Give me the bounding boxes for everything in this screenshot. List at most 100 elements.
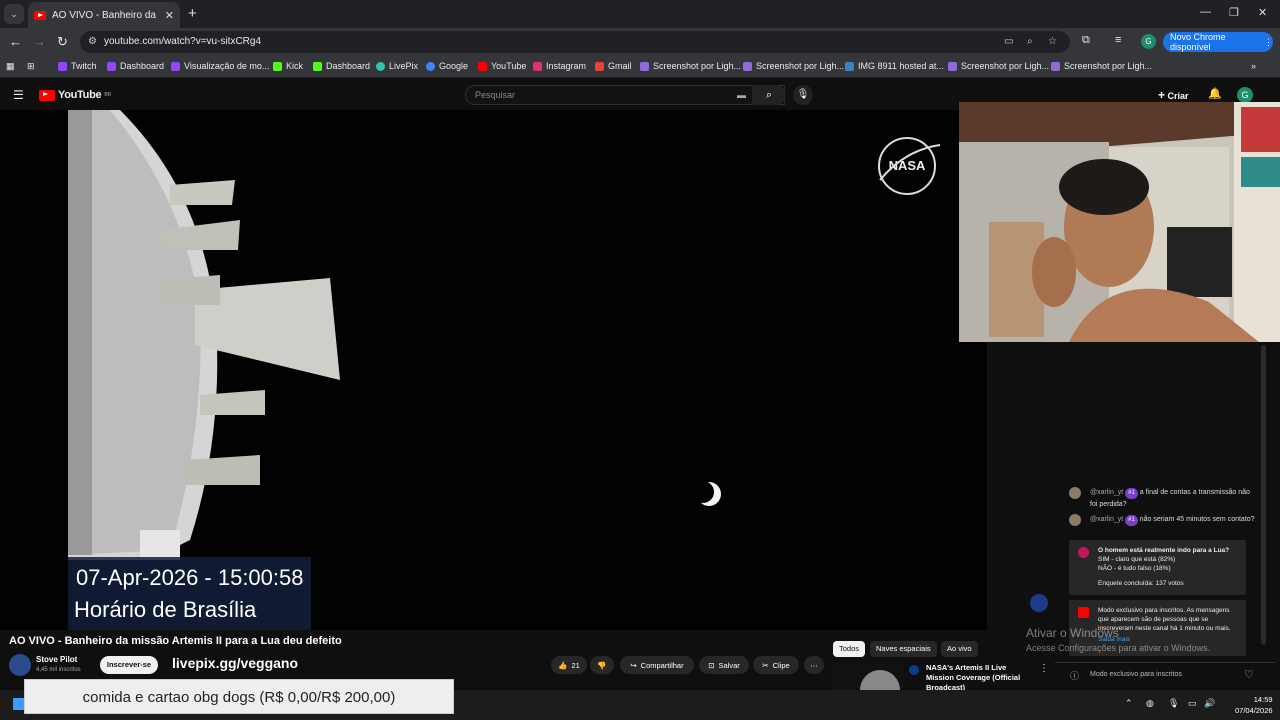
share-icon: ↪ [630,660,637,670]
chat-username[interactable]: @xarlin_yt [1090,516,1123,523]
tray-volume-icon[interactable]: 🔊 [1204,698,1215,709]
bookmark-item[interactable]: Gmail [595,61,632,71]
address-bar[interactable]: ⚙ youtube.com/watch?v=vu-sitxCRg4 ▭ ⌕ ☆ [80,31,1070,53]
bookmark-item[interactable]: Screenshot por Ligh... [743,61,844,71]
chip-live[interactable]: Ao vivo [941,641,978,657]
bookmark-item[interactable]: LivePix [376,61,418,71]
chat-scrollbar[interactable] [1261,345,1266,645]
search-placeholder: Pesquisar [475,90,516,100]
media-icon[interactable]: ≡ [1115,34,1121,46]
video-frame: NASA [0,110,987,630]
bookmark-favicon-icon [107,61,116,71]
bookmark-item[interactable]: Dashboard [313,61,370,71]
youtube-logo-icon [39,89,55,101]
heart-icon[interactable]: ♡ [1244,668,1254,681]
bookmark-label: Instagram [546,61,587,71]
like-count: 21 [571,660,580,670]
extensions-icon[interactable]: ⧉ [1082,34,1090,47]
more-actions-button[interactable]: ⋯ [804,656,824,674]
chrome-update-button[interactable]: Novo Chrome disponível ⋮ [1163,32,1273,52]
recommendation-thumbnail-image [832,662,904,690]
chip-spacecraft[interactable]: Naves espaciais [870,641,937,657]
search-input[interactable]: Pesquisar ▬ [465,85,785,105]
zoom-icon[interactable]: ⌕ [1027,36,1033,47]
bookmark-label: Dashboard [120,61,165,71]
bookmark-item[interactable]: YouTube [478,61,526,71]
taskbar-clock[interactable]: 14:59 07/04/2026 [1235,694,1273,716]
search-button[interactable]: ⌕ [752,85,786,105]
video-title: AO VIVO - Banheiro da missão Artemis II … [9,635,342,647]
clip-button[interactable]: ✂ Clipe [753,656,799,674]
recommendation-thumbnail[interactable] [832,662,904,690]
bookmark-item[interactable]: Screenshot por Ligh... [1051,61,1152,71]
channel-subscribers: 4,45 mil inscritos [36,667,81,673]
bookmark-item[interactable]: Kick [273,61,303,71]
create-button[interactable]: + Criar [1158,88,1189,102]
close-tab-icon[interactable]: ✕ [165,9,174,22]
new-tab-button[interactable]: + [188,5,197,22]
keyboard-icon[interactable]: ▬ [737,90,746,100]
dislike-button[interactable]: 👎 [590,656,614,674]
bookmark-apps-icon[interactable]: ▦ [6,61,15,72]
like-button[interactable]: 👍 21 [551,656,587,674]
subscribe-button[interactable]: Inscrever-se [100,656,158,674]
channel-name[interactable]: Stove Pilot [36,655,77,664]
chat-username[interactable]: @xarlin_yt [1090,489,1123,496]
bookmark-star-icon[interactable]: ☆ [1048,36,1057,47]
channel-avatar[interactable] [9,654,31,676]
recommendation-menu-icon[interactable]: ⋮ [1039,663,1049,674]
active-tab[interactable]: AO VIVO - Banheiro da missão ✕ [28,2,180,28]
bookmark-favicon-icon [845,61,854,71]
youtube-logo[interactable]: YouTube BR [39,89,111,101]
nasa-channel-icon [909,665,919,675]
bookmark-favicon-icon [426,61,435,71]
bookmark-item[interactable]: Twitch [58,61,97,71]
chat-badge: #1 [1125,488,1138,499]
bookmark-favicon-icon [743,61,752,71]
bookmark-label: YouTube [491,61,527,71]
save-button[interactable]: ⊡ Salvar [699,656,749,674]
bookmark-item[interactable]: Instagram [533,61,586,71]
notifications-bell-icon[interactable]: 🔔 [1208,87,1222,100]
bookmark-item[interactable]: IMG 8911 hosted at... [845,61,944,71]
site-info-icon[interactable]: ⚙ [88,36,97,47]
forward-icon[interactable]: → [33,34,46,49]
bookmark-item[interactable]: Dashboard [107,61,164,71]
livepix-overlay-text: livepix.gg/veggano [172,655,299,671]
profile-avatar[interactable]: G [1141,34,1156,49]
bookmark-favicon-icon [948,61,957,71]
donation-goal-banner: comida e cartao obg dogs (R$ 0,00/R$ 200… [24,679,454,714]
tab-search-button[interactable]: ⌄ [4,4,24,24]
bookmark-label: Gmail [608,61,632,71]
voice-search-button[interactable]: 🎙 [793,85,813,105]
video-overlay-date: 07-Apr-2026 - 15:00:58 [76,565,304,590]
bookmark-item[interactable]: Screenshot por Ligh... [640,61,741,71]
poll-question: O homem está realmente indo para a Lua? [1098,547,1230,554]
chip-all[interactable]: Todos [833,641,866,657]
video-player[interactable]: NASA 07-Apr-2026 - 15:00:58 Horário de B… [0,110,987,630]
bookmarks-overflow-icon[interactable]: » [1251,61,1256,71]
poll-icon [1078,547,1089,558]
tray-mic-icon[interactable]: 🎙 [1168,698,1179,709]
bookmark-item[interactable]: Screenshot por Ligh... [948,61,1049,71]
search-icon: ⌕ [765,89,773,101]
tray-chevron-up-icon[interactable]: ⌃ [1125,698,1133,709]
youtube-notice-icon [1078,607,1089,618]
bookmark-item[interactable]: Google [426,61,468,71]
tray-app-icon[interactable]: ◍ [1146,698,1154,709]
reload-icon[interactable]: ↻ [57,34,68,50]
bookmark-item[interactable]: Visualização de mo... [171,61,269,71]
activate-windows-subtitle: Acesse Configurações para ativar o Windo… [1026,643,1211,653]
bookmark-grid-icon[interactable]: ⊞ [27,61,35,72]
recommendation-title[interactable]: NASA's Artemis II Live Mission Coverage … [926,663,1036,693]
hamburger-menu-icon[interactable]: ☰ [13,88,24,102]
restore-icon[interactable]: ❐ [1229,6,1239,19]
back-icon[interactable]: ← [9,34,22,49]
minimize-icon[interactable]: — [1200,6,1211,18]
share-button[interactable]: ↪ Compartilhar [620,656,694,674]
cast-icon[interactable]: ▭ [1004,36,1013,47]
bookmark-label: Screenshot por Ligh... [756,61,845,71]
tray-network-icon[interactable]: ▭ [1188,698,1197,709]
window-close-icon[interactable]: ✕ [1258,6,1267,19]
account-avatar[interactable]: G [1237,87,1253,103]
